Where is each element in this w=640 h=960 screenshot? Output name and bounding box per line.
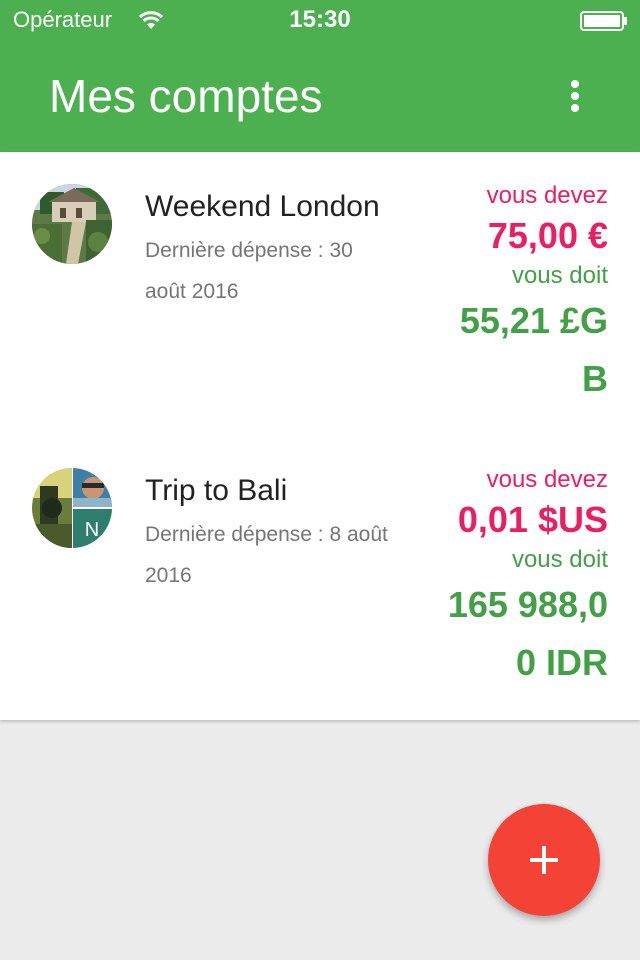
owe-amount: 0,01 $US [457, 499, 608, 540]
balance-summary: vous devez 0,01 $US vous doit 165 988,00… [408, 464, 608, 692]
status-time: 15:30 [289, 6, 351, 33]
account-item-trip-to-bali[interactable]: N Trip to Bali Dernière dépense : 8 août… [0, 436, 640, 720]
avatar-initial: N [85, 519, 99, 541]
owed-label: vous doit [511, 546, 608, 573]
owed-amount: 165 988,00 IDR [447, 584, 608, 683]
more-vert-icon[interactable] [560, 74, 590, 118]
owe-amount: 75,00 € [487, 215, 608, 256]
last-expense-date: Dernière dépense : 30 août 2016 [145, 239, 353, 303]
owed-amount: 55,21 £GB [459, 300, 608, 399]
status-bar: Opérateur 15:30 [0, 0, 640, 40]
account-avatar [32, 184, 112, 264]
account-avatar: N [32, 468, 112, 548]
app-bar: Opérateur 15:30 Mes comptes [0, 0, 640, 152]
battery-icon [580, 11, 627, 31]
accounts-list: Weekend London Dernière dépense : 30 aoû… [0, 152, 640, 720]
balance-summary: vous devez 75,00 € vous doit 55,21 £GB [408, 180, 608, 408]
owe-label: vous devez [486, 466, 608, 493]
owed-label: vous doit [511, 262, 608, 289]
add-account-button[interactable] [488, 804, 600, 916]
page-title: Mes comptes [49, 70, 323, 122]
account-name: Trip to Bali [145, 474, 288, 507]
last-expense-date: Dernière dépense : 8 août 2016 [145, 523, 388, 587]
plus-icon [530, 846, 558, 874]
account-name: Weekend London [145, 190, 380, 223]
account-item-weekend-london[interactable]: Weekend London Dernière dépense : 30 aoû… [0, 152, 640, 436]
owe-label: vous devez [486, 182, 608, 209]
